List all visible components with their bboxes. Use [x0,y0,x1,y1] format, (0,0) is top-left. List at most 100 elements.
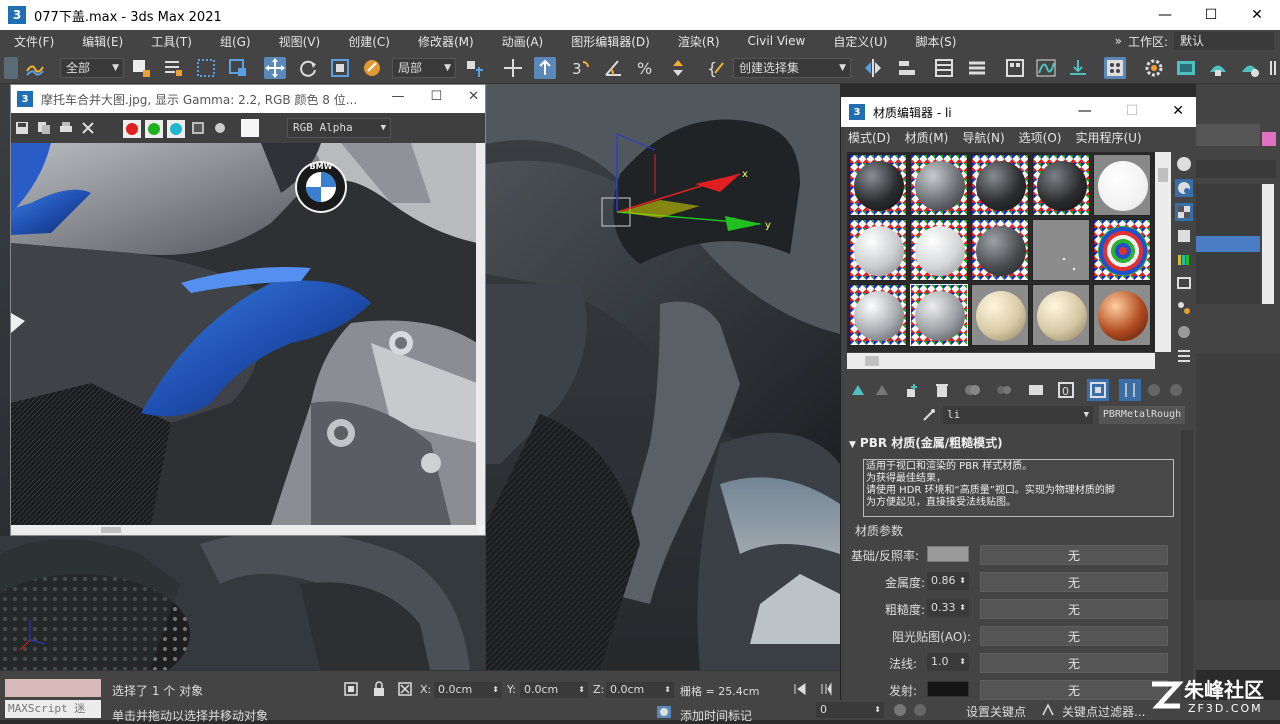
sample-slots-horizontal-scrollbar[interactable] [847,353,1155,369]
clear-image-icon[interactable] [81,121,95,135]
render-setup-icon[interactable] [1143,57,1165,79]
sample-slot[interactable] [910,219,968,281]
ao-map-button[interactable]: 无 [980,626,1168,646]
previous-frame-icon[interactable] [818,681,834,697]
modifier-stack[interactable] [1196,184,1260,304]
show-shaded-material-icon[interactable] [1087,379,1109,401]
green-channel-button[interactable] [145,120,163,138]
mirror-icon[interactable] [862,57,884,79]
menu-civil-view[interactable]: Civil View [734,34,820,48]
menu-create[interactable]: 创建(C) [334,33,404,50]
material-editor-maximize-button[interactable]: ☐ [1126,103,1139,119]
select-and-rotate-icon[interactable] [297,57,319,79]
monochrome-icon[interactable] [215,123,225,133]
x-coordinate-input[interactable]: 0.0cm ⬍ [434,682,502,698]
save-image-icon[interactable] [15,121,29,135]
menu-rendering[interactable]: 渲染(R) [664,33,734,50]
workspace-select[interactable]: 默认 [1174,32,1274,50]
mat-menu-options[interactable]: 选项(O) [1012,129,1069,146]
isolate-selection-icon[interactable] [343,681,359,697]
menu-file[interactable]: 文件(F) [0,33,68,50]
minimize-button[interactable]: — [1142,0,1188,30]
base-color-swatch[interactable] [927,546,969,562]
menu-group[interactable]: 组(G) [206,33,265,50]
material-navigator-icon[interactable] [1175,347,1193,365]
snaps-toggle-icon[interactable] [502,57,524,79]
menu-animation[interactable]: 动画(A) [488,33,558,50]
assign-to-selection-icon[interactable] [903,381,921,399]
time-config-icon[interactable] [892,702,908,718]
sample-slot[interactable] [910,154,968,216]
keyboard-shortcut-override-icon[interactable] [534,57,556,79]
normal-spinner[interactable]: 1.0 ⬍ [927,653,969,671]
close-button[interactable]: ✕ [1234,0,1280,30]
key-filter-icon[interactable] [1040,702,1056,718]
material-type-button[interactable]: PBRMetalRough [1099,406,1185,424]
roughness-spinner[interactable]: 0.33 ⬍ [927,599,969,617]
show-end-result-icon[interactable] [1119,379,1141,401]
sample-slot-selected[interactable] [1093,219,1151,281]
sample-slot[interactable] [1093,284,1151,346]
spinner-snap-icon[interactable] [667,57,689,79]
select-object-icon[interactable] [130,57,152,79]
named-selection-set-select[interactable]: 创建选择集 ▼ [733,58,851,78]
go-to-start-icon[interactable] [792,681,808,697]
emission-color-swatch[interactable] [927,681,969,697]
sample-uv-tiling-icon[interactable] [1175,227,1193,245]
modifier-stack-scrollbar[interactable] [1262,184,1274,304]
put-to-scene-icon[interactable] [873,381,891,399]
menu-edit[interactable]: 编辑(E) [68,33,137,50]
sample-slot-active[interactable] [910,284,968,346]
mat-menu-material[interactable]: 材质(M) [898,129,956,146]
selection-lock-icon[interactable] [371,681,387,697]
select-by-name-icon[interactable] [162,57,184,79]
menu-scripting[interactable]: 脚本(S) [901,33,970,50]
maximize-button[interactable]: ☐ [1188,0,1234,30]
background-checker-icon[interactable] [1175,203,1193,221]
metalness-map-button[interactable]: 无 [980,572,1168,592]
image-viewer-horizontal-scrollbar[interactable] [11,525,477,535]
go-to-parent-icon[interactable] [1145,381,1163,399]
image-viewer-maximize-button[interactable]: ☐ [430,89,442,104]
angle-snap-icon[interactable] [603,57,625,79]
render-in-cloud-icon[interactable] [1239,57,1261,79]
normal-map-button[interactable]: 无 [980,653,1168,673]
curve-editor-icon[interactable] [1035,57,1057,79]
sample-slot[interactable] [1093,154,1151,216]
roughness-map-button[interactable]: 无 [980,599,1168,619]
more-menus-icon[interactable]: » [1115,34,1122,48]
selection-filter-select[interactable]: 全部 ▼ [60,58,124,78]
metalness-spinner[interactable]: 0.86 ⬍ [927,572,969,590]
menu-modifiers[interactable]: 修改器(M) [404,33,488,50]
base-map-button[interactable]: 无 [980,545,1168,565]
material-editor-minimize-button[interactable]: — [1078,103,1092,119]
pivot-center-icon[interactable] [463,57,485,79]
object-color-swatch[interactable] [1262,132,1276,146]
reset-map-icon[interactable] [933,381,951,399]
menu-views[interactable]: 视图(V) [265,33,335,50]
add-time-tag-button[interactable]: 添加时间标记 [680,707,752,724]
backlight-icon[interactable] [1175,179,1193,197]
select-and-move-icon[interactable] [264,57,286,79]
window-crossing-icon[interactable] [227,57,249,79]
toolbar-overflow-icon[interactable] [1268,57,1278,79]
undo-icon[interactable] [4,57,18,79]
menu-tools[interactable]: 工具(T) [137,33,206,50]
red-channel-button[interactable] [123,120,141,138]
pbr-rollout-title[interactable]: ▼ PBR 材质(金属/粗糙模式) [849,434,1003,451]
rendered-frame-window-icon[interactable] [1175,57,1197,79]
render-production-icon[interactable] [1207,57,1229,79]
menu-graph-editors[interactable]: 图形编辑器(D) [557,33,664,50]
alpha-channel-icon[interactable] [191,121,205,135]
display-channel-select[interactable]: RGB Alpha ▼ [287,118,391,138]
make-preview-icon[interactable] [1175,275,1193,293]
current-frame-input[interactable]: 0 ⬍ [816,702,884,718]
key-filters-button[interactable]: 关键点过滤器... [1062,703,1145,720]
pick-material-eyedropper-icon[interactable] [921,407,937,423]
select-and-scale-icon[interactable] [329,57,351,79]
emission-map-button[interactable]: 无 [980,680,1168,700]
z-coordinate-input[interactable]: 0.0cm ⬍ [606,682,674,698]
material-name-input[interactable]: li ▼ [943,406,1093,424]
print-image-icon[interactable] [59,121,73,135]
sample-slot[interactable] [849,154,907,216]
